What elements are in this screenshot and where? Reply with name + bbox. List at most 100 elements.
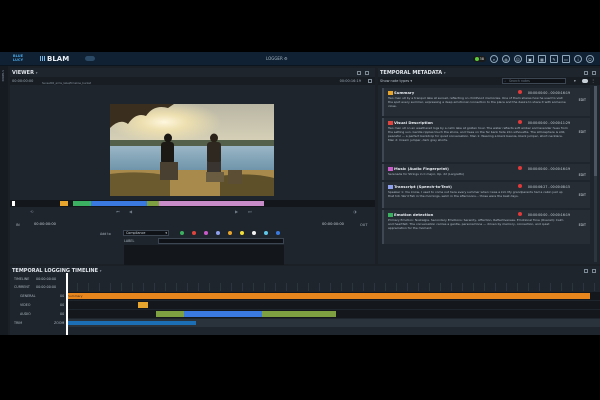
tag-color-white[interactable] (252, 231, 256, 235)
metadata-scrollbar[interactable] (594, 86, 597, 262)
metadata-card-emotion[interactable]: Emotion detection 00:00:00:00 - 00:00:16… (382, 210, 590, 244)
search-placeholder: Search notes (509, 79, 530, 83)
out-timecode[interactable]: 00:00:00:00 (322, 222, 344, 228)
scrub-marker-transcript[interactable] (91, 201, 147, 206)
globe-icon[interactable]: ◍ (502, 55, 510, 63)
bluelucy-logo: BLUE LUCY (10, 54, 26, 62)
left-sidebar[interactable]: PANELS (0, 66, 8, 335)
user-icon[interactable]: ☺ (514, 55, 522, 63)
monitor-icon[interactable]: ▭ (562, 55, 570, 63)
show-types-dropdown[interactable]: Show note types ▾ (380, 79, 412, 83)
top-bar: BLUE LUCY BLAM LOGGER ⚙ 38 ⌕ ◍ ☺ ▣ ▦ ✎ ▭… (0, 52, 600, 66)
grid-view-icon[interactable]: ▦ (538, 55, 546, 63)
label-input[interactable] (158, 238, 284, 244)
clip-filename: Sunset02_arms_label/timeline_bucket (42, 82, 92, 85)
chevron-down-icon[interactable]: ▾ (444, 71, 446, 75)
chevron-down-icon: ▾ (410, 79, 413, 83)
general-bar-summary[interactable]: Summary (66, 293, 590, 299)
loop-icon[interactable]: ⟲ (30, 210, 35, 214)
maximize-icon[interactable] (592, 71, 596, 75)
mode-toggle[interactable] (85, 56, 95, 61)
bar-label: Summary (68, 294, 83, 298)
scrub-marker-music[interactable] (159, 201, 264, 206)
audio-bar-2[interactable] (184, 311, 262, 317)
edit-button[interactable]: EDIT (579, 193, 586, 197)
scrub-marker-emotion[interactable] (73, 201, 91, 206)
step-forward-icon[interactable]: ▶ (235, 210, 240, 214)
popout-icon[interactable] (357, 71, 361, 75)
logger-dropdown[interactable]: LOGGER ⚙ (266, 56, 288, 61)
skip-forward-icon[interactable]: ⏭ (248, 210, 253, 214)
power-icon[interactable]: ⏻ (586, 55, 594, 63)
maximize-icon[interactable] (592, 269, 596, 273)
card-title: Summary (388, 90, 414, 95)
chevron-down-icon[interactable]: ▾ (36, 71, 38, 75)
tag-color-blue[interactable] (276, 231, 280, 235)
tag-color-green[interactable] (180, 231, 184, 235)
more-icon[interactable]: ⋮ (591, 78, 595, 83)
scrub-marker-summary[interactable] (60, 201, 68, 206)
chevron-down-icon: ▾ (165, 231, 167, 235)
scrollbar-thumb[interactable] (594, 86, 597, 176)
filter-icon[interactable]: ▾ (574, 79, 576, 83)
card-body: Two men sit on an weathered logs by a ca… (388, 126, 568, 142)
edit-button[interactable]: EDIT (579, 130, 586, 134)
tools-icon[interactable]: ✎ (550, 55, 558, 63)
card-title: Visual Description (388, 120, 433, 125)
timeline-ruler[interactable] (66, 283, 600, 291)
timeline-row-video: VIDEO 00 (10, 301, 600, 309)
skip-back-icon[interactable]: ⏮ (116, 210, 121, 214)
tag-color-purple[interactable] (204, 231, 208, 235)
row-sublabel: ZOOM (54, 321, 65, 325)
popout-icon[interactable] (584, 71, 588, 75)
note-type-icon (388, 167, 393, 171)
note-type-icon (388, 121, 393, 125)
tag-color-orange[interactable] (228, 231, 232, 235)
record-icon (518, 120, 522, 124)
blam-logo: BLAM (40, 55, 69, 63)
metadata-card-visual[interactable]: Visual Description 00:00:00:00 - 00:00:1… (382, 118, 590, 162)
audio-bar-3[interactable] (262, 311, 336, 317)
card-timecode: 00:00:00:00 - 00:00:16:19 (527, 166, 570, 171)
toggle-icon[interactable] (582, 79, 588, 83)
tag-color-red[interactable] (192, 231, 196, 235)
volume-icon[interactable]: ◑ (353, 210, 358, 214)
tag-color-lavender[interactable] (216, 231, 220, 235)
edit-button[interactable]: EDIT (579, 173, 586, 177)
video-bar[interactable] (138, 302, 148, 308)
in-timecode[interactable]: 00:00:00:00 (34, 222, 56, 228)
metadata-card-summary[interactable]: Summary 00:00:00:00 - 00:00:16:19 EDIT T… (382, 88, 590, 116)
step-back-icon[interactable]: ◀ (129, 210, 134, 214)
video-frame[interactable] (110, 104, 274, 196)
ingest-icon[interactable]: ▣ (526, 55, 534, 63)
search-input[interactable]: ⌕ Search notes (502, 78, 566, 84)
scrub-playhead[interactable] (12, 201, 15, 206)
timeline-row-zoom: TRIM ZOOM (10, 319, 600, 327)
viewer-panel: VIEWER ▾ 00:00:00:00 Sunset02_arms_label… (10, 68, 375, 272)
edit-button[interactable]: EDIT (579, 223, 586, 227)
audio-bar-1[interactable] (156, 311, 184, 317)
temporal-logging-timeline: TEMPORAL LOGGING TIMELINE ▾ TIMELINE 00:… (10, 266, 600, 335)
metadata-card-transcript[interactable]: Transcript (Speech-to-Text) 00:00:06:27 … (382, 182, 590, 208)
metadata-card-music[interactable]: Music (Audio Fingerprint) 00:00:00:00 - … (382, 164, 590, 180)
search-icon[interactable]: ⌕ (490, 55, 498, 63)
record-icon (518, 166, 522, 170)
chevron-down-icon[interactable]: ▾ (100, 269, 102, 273)
zoom-range[interactable] (66, 321, 196, 325)
edit-button[interactable]: EDIT (579, 98, 586, 102)
scrub-marker-general[interactable] (147, 201, 159, 206)
tag-color-yellow[interactable] (240, 231, 244, 235)
timeline-row-general: GENERAL 00 Summary (10, 292, 600, 300)
card-title-text: Transcript (Speech-to-Text) (394, 184, 452, 189)
info-icon[interactable]: i (574, 55, 582, 63)
fullscreen-icon[interactable] (368, 79, 372, 83)
note-textarea[interactable] (124, 245, 284, 265)
timeline-playhead[interactable] (66, 273, 68, 335)
maximize-icon[interactable] (365, 71, 369, 75)
popout-icon[interactable] (584, 269, 588, 273)
add-to-select[interactable]: Compliance ▾ (123, 230, 169, 236)
card-body: Speaker 1: You know, I used to come out … (388, 190, 563, 198)
row-label: AUDIO (20, 312, 31, 316)
tag-color-cyan[interactable] (264, 231, 268, 235)
card-title-text: Emotion detection (394, 212, 434, 217)
